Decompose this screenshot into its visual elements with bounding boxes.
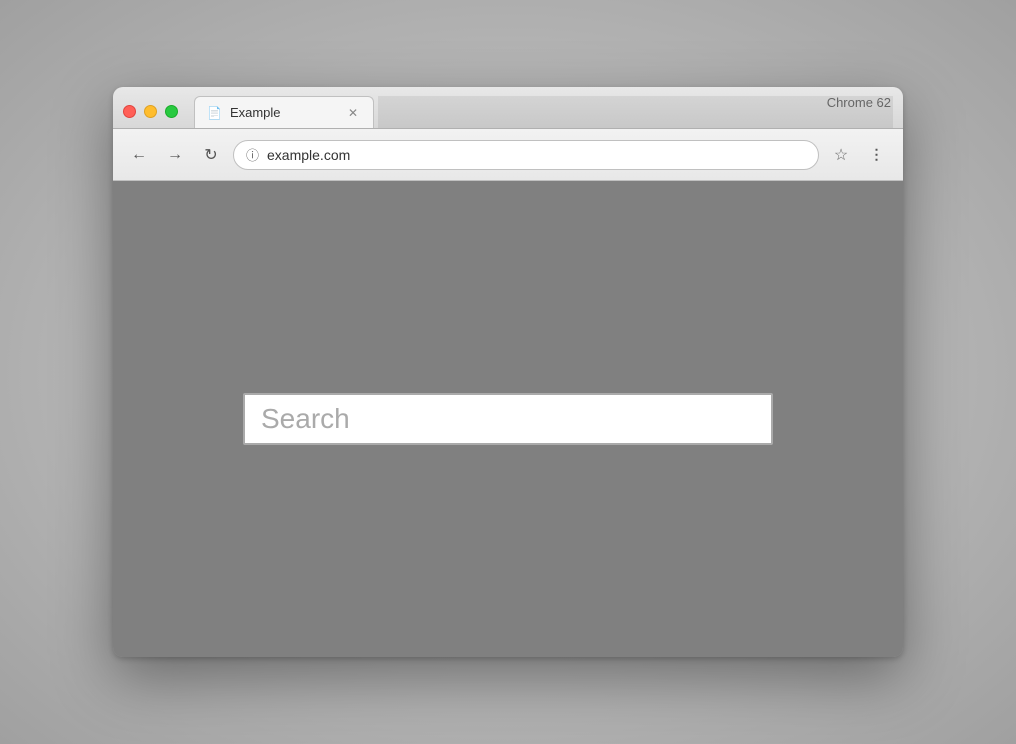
tab-close-button[interactable]: ✕ xyxy=(345,105,361,121)
back-icon: ← xyxy=(131,146,147,164)
reload-icon: ↻ xyxy=(204,145,217,165)
reload-button[interactable]: ↻ xyxy=(197,141,225,169)
page-content xyxy=(113,181,903,657)
maximize-button[interactable] xyxy=(165,105,178,118)
security-icon: ⓘ xyxy=(246,145,259,164)
search-input[interactable] xyxy=(243,393,773,445)
browser-window: 📄 Example ✕ Chrome 62 ← → ↻ ⓘ example.co… xyxy=(113,87,903,657)
menu-button[interactable]: ⋮ xyxy=(863,141,891,169)
title-bar: 📄 Example ✕ Chrome 62 xyxy=(113,87,903,129)
window-controls xyxy=(123,105,178,128)
minimize-button[interactable] xyxy=(144,105,157,118)
menu-dots-icon: ⋮ xyxy=(870,146,885,163)
star-icon: ☆ xyxy=(834,145,848,165)
bookmark-button[interactable]: ☆ xyxy=(827,141,855,169)
address-bar[interactable]: ⓘ example.com xyxy=(233,140,819,170)
tab-page-icon: 📄 xyxy=(207,106,222,120)
browser-tab[interactable]: 📄 Example ✕ xyxy=(194,96,374,128)
new-tab-area xyxy=(378,96,893,128)
browser-toolbar: ← → ↻ ⓘ example.com ☆ ⋮ xyxy=(113,129,903,181)
address-text: example.com xyxy=(267,147,806,163)
close-button[interactable] xyxy=(123,105,136,118)
forward-icon: → xyxy=(167,146,183,164)
back-button[interactable]: ← xyxy=(125,141,153,169)
chrome-version-label: Chrome 62 xyxy=(827,95,891,110)
forward-button[interactable]: → xyxy=(161,141,189,169)
tab-title: Example xyxy=(230,105,337,120)
